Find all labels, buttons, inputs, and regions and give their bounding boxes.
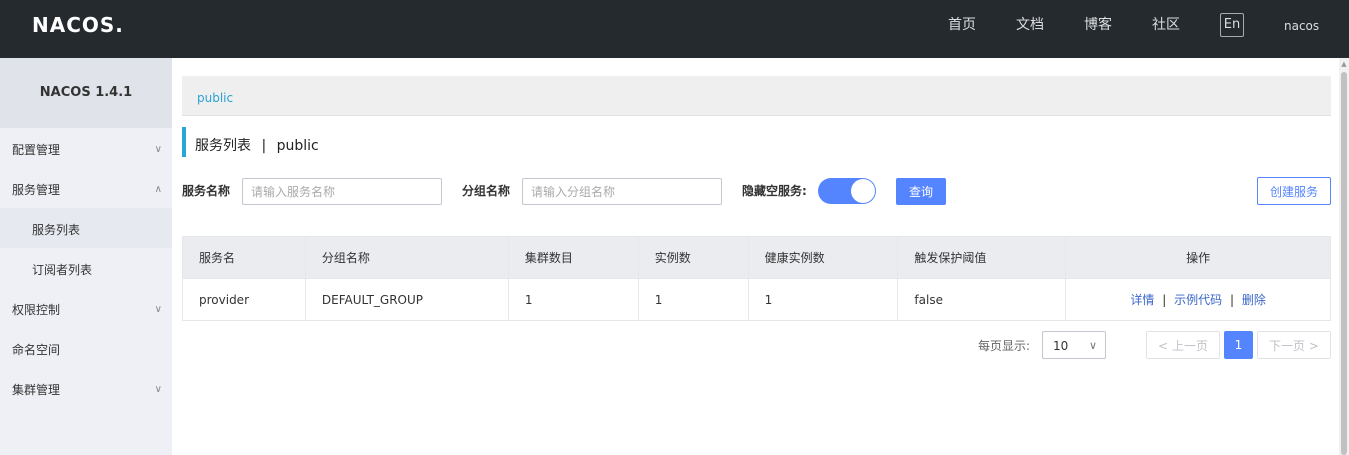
group-name-label: 分组名称 xyxy=(462,184,511,198)
nav-docs[interactable]: 文档 xyxy=(1016,0,1044,58)
page-title: 服务列表 | public xyxy=(182,127,319,157)
toggle-knob xyxy=(851,179,875,203)
language-toggle-button[interactable]: En xyxy=(1220,13,1244,37)
prev-page-button[interactable]: < 上一页 xyxy=(1146,331,1220,359)
cell-threshold: false xyxy=(897,278,1067,321)
col-header-healthy[interactable]: 健康实例数 xyxy=(747,236,899,279)
chevron-down-icon: ∨ xyxy=(154,384,162,395)
cell-group: DEFAULT_GROUP xyxy=(304,278,509,321)
page-size-label: 每页显示: xyxy=(978,339,1031,353)
action-separator: | xyxy=(1229,293,1235,307)
action-separator: | xyxy=(1162,293,1167,307)
sidebar-item-service-management[interactable]: 服务管理 ∧ xyxy=(0,168,172,208)
sidebar-item-label: 命名空间 xyxy=(12,343,61,357)
col-header-clusters[interactable]: 集群数目 xyxy=(507,236,639,279)
col-header-group[interactable]: 分组名称 xyxy=(304,236,509,279)
cell-healthy: 1 xyxy=(747,278,899,321)
sidebar-item-cluster-management[interactable]: 集群管理 ∨ xyxy=(0,368,172,408)
page-size-value: 10 xyxy=(1053,339,1069,353)
query-button[interactable]: 查询 xyxy=(896,178,946,205)
sidebar: NACOS 1.4.1 配置管理 ∨ 服务管理 ∧ 服务列表 订阅者列表 权限控… xyxy=(0,58,172,455)
sidebar-item-label: 配置管理 xyxy=(12,143,61,157)
col-header-service[interactable]: 服务名 xyxy=(182,236,306,279)
sidebar-item-service-list[interactable]: 服务列表 xyxy=(0,208,172,248)
next-page-button[interactable]: 下一页 > xyxy=(1257,331,1331,359)
prev-page-label: 上一页 xyxy=(1171,339,1208,353)
details-link[interactable]: 详情 xyxy=(1130,293,1154,307)
table-row: provider DEFAULT_GROUP 1 1 1 false 详情 | … xyxy=(182,278,1331,321)
col-header-actions: 操作 xyxy=(1065,236,1331,279)
table-header-row: 服务名 分组名称 集群数目 实例数 健康实例数 触发保护阈值 操作 xyxy=(182,236,1331,279)
title-separator: | xyxy=(261,138,267,154)
nav-home[interactable]: 首页 xyxy=(948,0,976,58)
chevron-down-icon: ∨ xyxy=(154,144,162,155)
page-title-namespace: public xyxy=(276,138,319,154)
nav-community[interactable]: 社区 xyxy=(1152,0,1180,58)
group-name-input[interactable] xyxy=(522,178,722,205)
chevron-left-icon: < xyxy=(1158,339,1169,353)
service-table: 服务名 分组名称 集群数目 实例数 健康实例数 触发保护阈值 操作 provid… xyxy=(182,236,1331,321)
scrollbar-thumb[interactable] xyxy=(1341,72,1347,455)
page-size-select[interactable]: 10 ∨ xyxy=(1042,331,1106,359)
scroll-up-arrow-icon[interactable]: ▲ xyxy=(1339,58,1349,70)
chevron-down-icon: ∨ xyxy=(154,304,162,315)
col-header-instances[interactable]: 实例数 xyxy=(637,236,749,279)
sidebar-item-config-management[interactable]: 配置管理 ∨ xyxy=(0,128,172,168)
service-name-input[interactable] xyxy=(242,178,442,205)
hide-empty-toggle[interactable] xyxy=(818,178,876,204)
namespace-tab-public[interactable]: public xyxy=(197,76,233,120)
cell-service: provider xyxy=(182,278,306,321)
next-page-label: 下一页 xyxy=(1269,339,1306,353)
namespace-bar: public xyxy=(182,76,1331,116)
nav-blog[interactable]: 博客 xyxy=(1084,0,1112,58)
current-page-button[interactable]: 1 xyxy=(1224,331,1253,359)
sidebar-item-subscriber-list[interactable]: 订阅者列表 xyxy=(0,248,172,288)
top-header: NACOS. 首页 文档 博客 社区 En nacos xyxy=(0,0,1349,58)
sidebar-item-label: 集群管理 xyxy=(12,383,61,397)
sidebar-item-namespace[interactable]: 命名空间 xyxy=(0,328,172,368)
create-service-button[interactable]: 创建服务 xyxy=(1257,177,1331,205)
cell-instances: 1 xyxy=(637,278,749,321)
hide-empty-label: 隐藏空服务: xyxy=(742,184,807,198)
nacos-logo[interactable]: NACOS. xyxy=(32,11,124,39)
sample-code-link[interactable]: 示例代码 xyxy=(1174,293,1222,307)
sidebar-item-access-control[interactable]: 权限控制 ∨ xyxy=(0,288,172,328)
sidebar-item-label: 服务管理 xyxy=(12,183,61,197)
vertical-scrollbar[interactable]: ▲ xyxy=(1339,58,1349,455)
cell-actions: 详情 | 示例代码 | 删除 xyxy=(1065,278,1331,321)
service-name-label: 服务名称 xyxy=(182,184,231,198)
chevron-right-icon: > xyxy=(1308,339,1319,353)
delete-link[interactable]: 删除 xyxy=(1242,293,1266,307)
chevron-down-icon: ∨ xyxy=(1088,339,1097,352)
cell-clusters: 1 xyxy=(507,278,639,321)
col-header-threshold[interactable]: 触发保护阈值 xyxy=(897,236,1067,279)
page-title-text: 服务列表 xyxy=(195,138,251,154)
user-menu[interactable]: nacos xyxy=(1284,0,1319,52)
chevron-up-icon: ∧ xyxy=(154,184,162,195)
sidebar-item-label: 权限控制 xyxy=(12,303,61,317)
sidebar-title: NACOS 1.4.1 xyxy=(0,58,172,128)
